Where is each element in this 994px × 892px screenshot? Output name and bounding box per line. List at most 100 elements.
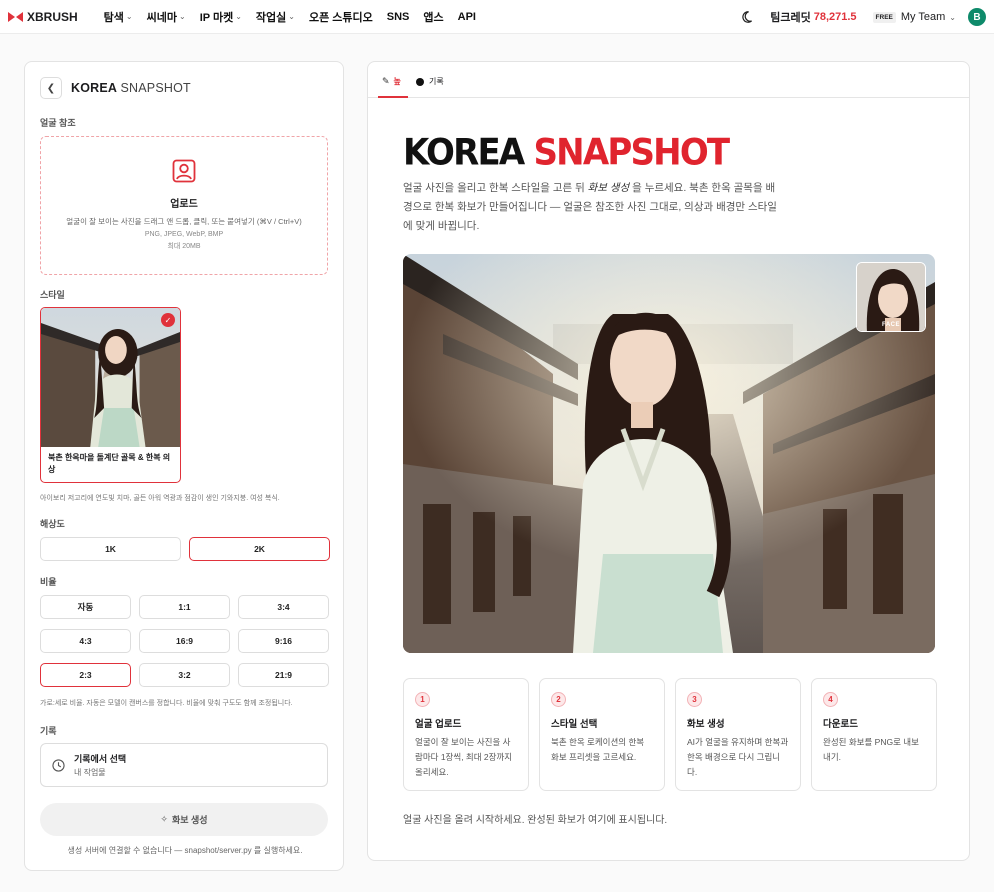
portrait-upload-icon	[172, 159, 196, 183]
ratio-option[interactable]: 3:2	[139, 663, 230, 687]
preview-tabs: ✎ 높 기록	[368, 62, 969, 98]
tab-new[interactable]: ✎ 높	[382, 76, 401, 87]
nav-item-label: SNS	[386, 10, 410, 23]
settings-panel: ❮ KOREA SNAPSHOT 얼굴 참조 업로드 얼굴이 잘 보이는 사진을…	[24, 61, 344, 871]
upload-max-size: 최대 20MB	[167, 243, 201, 250]
hero-title: KOREA SNAPSHOT	[403, 131, 730, 175]
step-number-badge: 1	[415, 692, 430, 707]
nav-item-label: 작업실	[255, 11, 287, 24]
style-label: 스타일	[40, 290, 65, 300]
nav-item[interactable]: SNS	[387, 11, 410, 23]
history-picker[interactable]: 기록에서 선택 내 작업물	[40, 743, 328, 787]
main-menu: 탐색 ⌄ 씨네마 ⌄ IP 마켓 ⌄ 작업실 ⌄ 오픈 스튜디오 SNS 앱스 API	[104, 9, 490, 25]
upload-title: 업로드	[170, 199, 198, 210]
history-title: 기록에서 선택	[74, 754, 127, 764]
panel-title: KOREA SNAPSHOT	[71, 81, 191, 95]
style-card-bukchon-hanbok[interactable]: ✓ 북촌 한옥마을 돌계단 골목 & 한복 의상	[40, 307, 181, 483]
moon-icon[interactable]	[742, 10, 756, 24]
ratio-option[interactable]: 21:9	[238, 663, 329, 687]
style-description: 아이보리 저고리에 연도빛 치마, 골든 아워 역광과 점감이 생인 기와지붕.…	[40, 495, 280, 502]
style-thumbnail-image	[41, 308, 180, 447]
ratio-option[interactable]: 9:16	[238, 629, 329, 653]
credit-value: 78,271.5	[813, 11, 857, 23]
hero-description: 얼굴 사진을 올리고 한복 스타일을 고른 뒤 화보 생성 을 누르세요. 북촌…	[403, 182, 777, 232]
step-description: 북촌 한옥 로케이션의 한복 화보 프리셋을 고르세요.	[551, 737, 645, 762]
nav-item[interactable]: API	[458, 11, 476, 23]
step-number-badge: 2	[551, 692, 566, 707]
team-switcher[interactable]: My Team ⌄	[901, 11, 956, 23]
nav-item-label: 앱스	[423, 11, 444, 24]
ratio-option[interactable]: 16:9	[139, 629, 230, 653]
ratio-option[interactable]: 2:3	[40, 663, 131, 687]
resolution-option[interactable]: 2K	[189, 537, 330, 561]
chevron-down-icon: ⌄	[235, 12, 242, 21]
resolution-label: 해상도	[40, 519, 65, 529]
back-button[interactable]: ❮	[40, 77, 62, 99]
step-card: 4 다운로드완성된 화보를 PNG로 내보내기.	[811, 678, 937, 791]
nav-item-label: 오픈 스튜디오	[308, 11, 373, 24]
ratio-options-row-3: 2:3 3:2 21:9	[40, 663, 329, 687]
generate-label: 화보 생성	[171, 815, 208, 825]
sparkle-icon: ✧	[160, 814, 168, 824]
face-reference-thumbnail: FACE	[856, 262, 926, 332]
pencil-icon: ✎	[382, 76, 390, 86]
ratio-label: 비율	[40, 577, 57, 587]
face-label: FACE	[881, 322, 900, 328]
step-title: 스타일 선택	[551, 719, 598, 730]
credit-label: 팀크레딧	[770, 12, 811, 24]
ratio-option[interactable]: 1:1	[139, 595, 230, 619]
nav-item[interactable]: 작업실 ⌄	[256, 9, 295, 25]
style-card-label: 북촌 한옥마을 돌계단 골목 & 한복 의상	[48, 453, 171, 474]
clock-icon	[52, 758, 65, 772]
avatar[interactable]: B	[968, 8, 986, 26]
resolution-option[interactable]: 1K	[40, 537, 181, 561]
step-card: 3 화보 생성 AI가 얼굴을 유지하며 한복과 한옥 배경으로 다시 그립니다.	[675, 678, 801, 791]
active-tab-indicator	[378, 96, 408, 98]
empty-state-note: 얼굴 사진을 올려 시작하세요. 완성된 화보가 여기에 표시됩니다.	[403, 815, 668, 826]
generate-button[interactable]: ✧ 화보 생성	[40, 803, 328, 836]
preview-panel: ✎ 높 기록 KOREA SNAPSHOT 얼굴 사진을 올리고 한복 스타일을…	[367, 61, 970, 861]
step-title: 다운로드	[823, 719, 858, 730]
nav-item[interactable]: 탐색 ⌄	[104, 9, 133, 25]
chevron-down-icon: ⌄	[179, 12, 186, 21]
chevron-left-icon: ❮	[46, 82, 56, 94]
chevron-down-icon: ⌄	[125, 12, 133, 21]
nav-item-label: 탐색	[103, 11, 124, 24]
resolution-options: 1K 2K	[40, 537, 330, 561]
server-status-note: 생성 서버에 연결할 수 없습니다 — snapshot/server.py 를…	[67, 846, 303, 855]
step-title: 얼굴 업로드	[415, 719, 462, 730]
selected-check-icon: ✓	[161, 313, 175, 327]
step-card: 1 얼굴 업로드 얼굴이 잘 보이는 사진을 사람마다 1장씩, 최대 2장까지 올…	[403, 678, 529, 791]
step-number-badge: 4	[823, 692, 838, 707]
history-dot-icon	[416, 77, 424, 86]
plan-badge: FREE	[872, 11, 896, 23]
ratio-options-row-1: 자동 1:1 3:4	[40, 595, 329, 619]
brand-logo[interactable]: XBRUSH	[8, 10, 78, 24]
step-title: 화보 생성	[687, 719, 725, 730]
nav-item[interactable]: 씨네마 ⌄	[147, 9, 186, 25]
step-description: AI가 얼굴을 유지하며 한복과 한옥 배경으로 다시 그립니다.	[687, 737, 789, 777]
face-upload-dropzone[interactable]: 업로드 얼굴이 잘 보이는 사진을 드래그 앤 드롭, 클릭, 또는 붙여넣기 …	[40, 136, 328, 275]
step-description: 완성된 화보를 PNG로 내보내기.	[823, 737, 919, 762]
ratio-option[interactable]: 3:4	[238, 595, 329, 619]
face-ref-label: 얼굴 참조	[40, 118, 76, 128]
team-name: My Team	[900, 11, 946, 23]
history-subtitle: 내 작업물	[74, 768, 106, 777]
ratio-options-row-2: 4:3 16:9 9:16	[40, 629, 329, 653]
chevron-down-icon: ⌄	[288, 12, 295, 21]
ratio-description: 가로:세로 비율. 자동은 모델이 캔버스를 정합니다. 비율에 맞춰 구도도 …	[40, 700, 293, 707]
ratio-option[interactable]: 4:3	[40, 629, 131, 653]
ratio-option[interactable]: 자동	[40, 595, 131, 619]
history-label: 기록	[40, 726, 57, 736]
step-number-badge: 3	[687, 692, 702, 707]
chevron-down-icon: ⌄	[949, 12, 956, 22]
tab-history[interactable]: 기록	[416, 76, 444, 87]
nav-item[interactable]: IP 마켓 ⌄	[200, 9, 242, 25]
top-nav: XBRUSH 탐색 ⌄ 씨네마 ⌄ IP 마켓 ⌄ 작업실 ⌄ 오픈 스튜디오 SNS 앱스 API …	[0, 0, 994, 34]
bowtie-logo-icon	[8, 11, 23, 22]
nav-item[interactable]: 앱스	[423, 9, 443, 25]
step-card: 2 스타일 선택북촌 한옥 로케이션의 한복 화보 프리셋을 고르세요.	[539, 678, 665, 791]
brand-name: XBRUSH	[27, 9, 78, 24]
nav-item-label: 씨네마	[146, 11, 177, 24]
nav-item[interactable]: 오픈 스튜디오	[309, 9, 373, 25]
